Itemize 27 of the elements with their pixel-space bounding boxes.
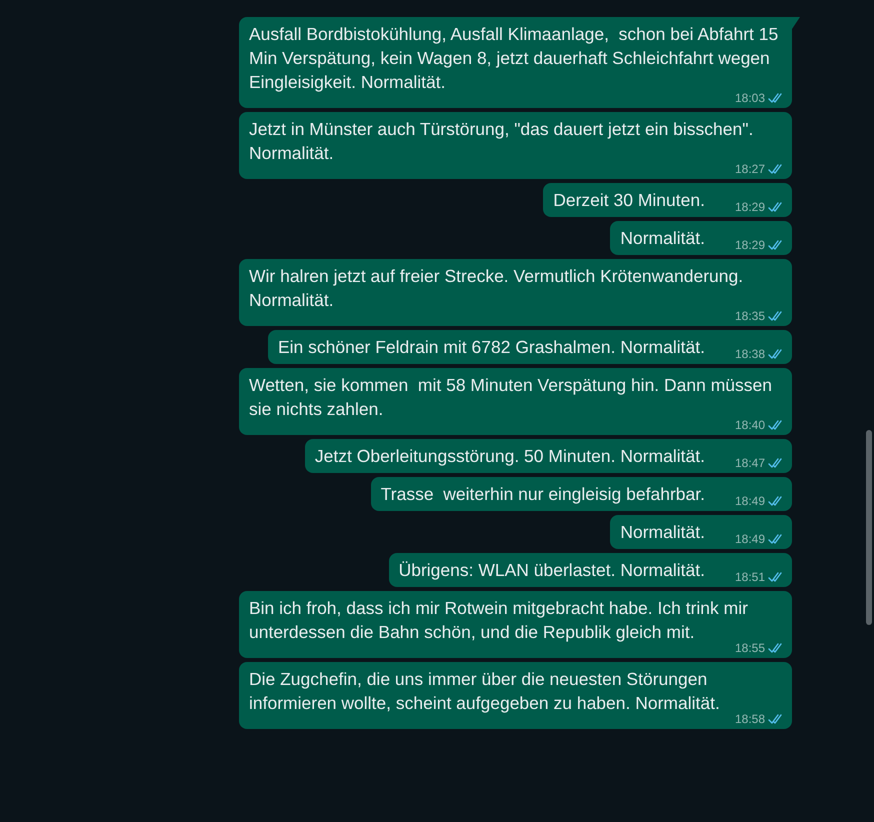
- message-time: 18:38: [734, 347, 765, 362]
- message-text: Normalität.: [620, 521, 705, 544]
- message-text: Übrigens: WLAN überlastet. Normalität.: [398, 559, 705, 582]
- message-time: 18:49: [734, 532, 765, 547]
- message-text: Ausfall Bordbistokühlung, Ausfall Klimaanlage, schon bei Abfahrt 15 Min Verspätung, kein Wagen 8, jetzt dauerhaft Schleichfahrt wegen Eingleisigkeit. Normalität.: [249, 23, 780, 94]
- message-time: 18:55: [734, 641, 765, 656]
- message-time: 18:03: [734, 91, 765, 106]
- message-time: 18:29: [734, 238, 765, 253]
- message-time: 18:58: [734, 712, 765, 727]
- message-time: 18:47: [734, 456, 765, 471]
- scrollbar-thumb[interactable]: [866, 430, 872, 625]
- message-text: Jetzt Oberleitungsstörung. 50 Minuten. Normalität.: [314, 445, 705, 468]
- message-text: Normalität.: [620, 227, 705, 250]
- message-text: Ein schöner Feldrain mit 6782 Grashalmen. Normalität.: [278, 336, 705, 359]
- message-text: Wetten, sie kommen mit 58 Minuten Verspätung hin. Dann müssen sie nichts zahlen.: [249, 374, 774, 420]
- message-text: Derzeit 30 Minuten.: [553, 189, 705, 212]
- message-time: 18:49: [734, 494, 765, 509]
- message-text: Jetzt in Münster auch Türstörung, "das dauert jetzt ein bisschen". Normalität.: [249, 118, 754, 164]
- message-time: 18:27: [734, 162, 765, 177]
- message-text: Die Zugchefin, die uns immer über die neuesten Störungen informieren wollte, scheint aufgegeben zu haben. Normalität.: [249, 668, 721, 715]
- message-time: 18:35: [734, 309, 765, 324]
- message-text: Trasse weiterhin nur eingleisig befahrbar.: [380, 483, 705, 506]
- message-time: 18:29: [734, 200, 765, 215]
- message-text: Wir halren jetzt auf freier Strecke. Vermutlich Krötenwanderung. Normalität.: [249, 265, 744, 312]
- message-time: 18:40: [734, 418, 765, 433]
- message-text: Bin ich froh, dass ich mir Rotwein mitgebracht habe. Ich trink mir unterdessen die Bahn schön, und die Republik gleich mit.: [249, 597, 749, 644]
- message-time: 18:51: [734, 570, 765, 585]
